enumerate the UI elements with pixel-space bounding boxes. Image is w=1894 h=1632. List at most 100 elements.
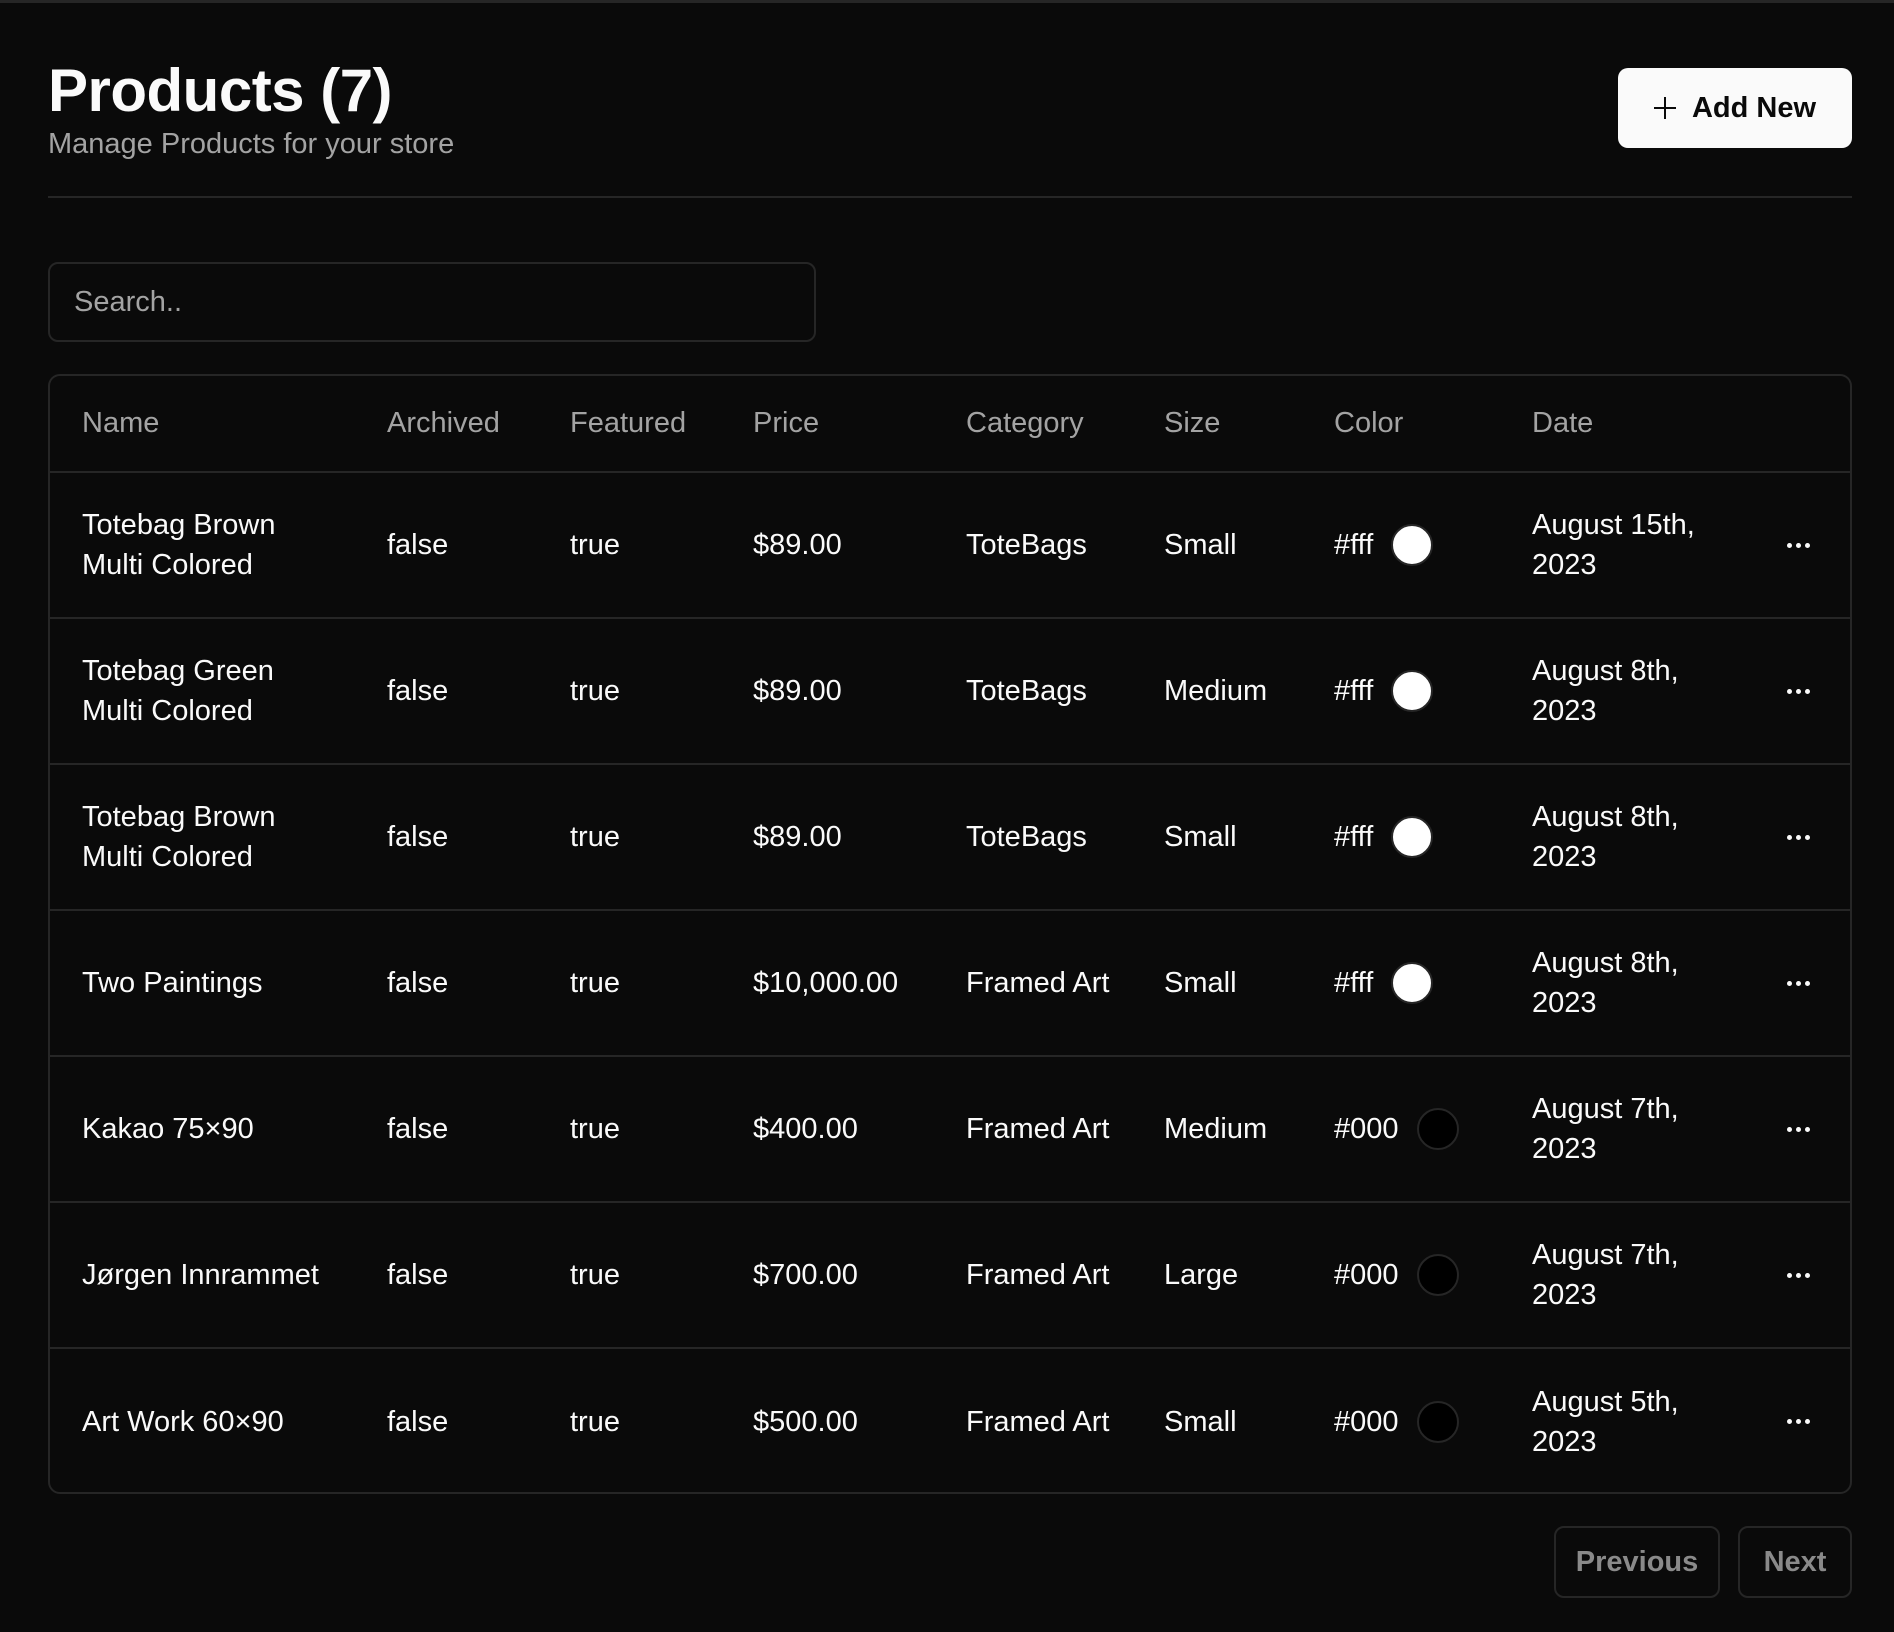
color-swatch <box>1391 524 1434 566</box>
page-title: Products (7) <box>48 57 393 124</box>
more-icon <box>1786 980 1792 986</box>
search-input[interactable] <box>48 262 816 342</box>
cell-price: $400.00 <box>721 1056 934 1203</box>
color-value: #fff <box>1334 529 1374 561</box>
cell-name: Totebag Brown Multi Colored <box>50 764 355 911</box>
more-icon <box>1786 1126 1792 1132</box>
cell-name: Art Work 60×90 <box>82 1405 284 1438</box>
cell-size: Medium <box>1132 1056 1302 1203</box>
color-value: #fff <box>1334 967 1374 999</box>
cell-actions <box>1738 1202 1850 1349</box>
cell-price: $89.00 <box>721 472 934 619</box>
column-header-category[interactable]: Category <box>934 376 1132 473</box>
column-header-color[interactable]: Color <box>1302 376 1500 473</box>
cell-date: August 8th, 2023 <box>1500 764 1738 911</box>
cell-name: Totebag Brown Multi Colored <box>50 472 355 619</box>
cell-date: August 8th, 2023 <box>1500 910 1738 1057</box>
cell-featured: true <box>538 472 721 619</box>
table-row: Totebag Brown Multi Colored false true $89.… <box>50 764 1850 911</box>
row-actions-button[interactable] <box>1770 1247 1826 1303</box>
more-icon <box>1786 1419 1792 1424</box>
cell-featured: true <box>538 618 721 765</box>
cell-name: Kakao 75×90 <box>50 1056 355 1203</box>
cell-color: #fff <box>1302 472 1500 619</box>
cell-price: $89.00 <box>721 764 934 911</box>
cell-archived: false <box>355 618 538 765</box>
cell-color: #fff <box>1302 618 1500 765</box>
color-value: #fff <box>1334 821 1374 853</box>
row-actions-button[interactable] <box>1770 1101 1826 1157</box>
cell-category: Framed Art <box>934 1202 1132 1349</box>
cell-size: Large <box>1132 1202 1302 1349</box>
cell-name: Two Paintings <box>50 910 355 1057</box>
column-header-size[interactable]: Size <box>1132 376 1302 473</box>
table-row: Totebag Brown Multi Colored false true $89.… <box>50 472 1850 619</box>
color-swatch <box>1391 670 1434 712</box>
column-header-actions <box>1738 376 1850 473</box>
column-header-archived[interactable]: Archived <box>355 376 538 473</box>
table-row: Kakao 75×90 false true $400.00 Framed Art Med… <box>50 1056 1850 1203</box>
cell-archived: false <box>355 1056 538 1203</box>
next-button[interactable]: Next <box>1738 1526 1852 1598</box>
cell-actions <box>1738 764 1850 911</box>
row-actions-button[interactable] <box>1770 517 1826 573</box>
color-swatch <box>1416 1400 1459 1443</box>
cell-featured: true <box>570 1405 620 1438</box>
cell-price: $500.00 <box>753 1405 858 1438</box>
cell-price: $89.00 <box>721 618 934 765</box>
column-header-price[interactable]: Price <box>721 376 934 473</box>
cell-size: Small <box>1132 472 1302 619</box>
more-icon <box>1786 1272 1792 1278</box>
cell-actions <box>1738 910 1850 1057</box>
column-header-date[interactable]: Date <box>1500 376 1738 473</box>
color-value: #000 <box>1334 1259 1399 1291</box>
table-row: Two Paintings false true $10,000.00 Framed A… <box>50 910 1850 1057</box>
cell-actions <box>1738 618 1850 765</box>
cell-featured: true <box>538 764 721 911</box>
more-icon <box>1786 688 1792 694</box>
cell-price: $700.00 <box>721 1202 934 1349</box>
color-value: #fff <box>1334 675 1374 707</box>
cell-name: Totebag Green Multi Colored <box>50 618 355 765</box>
cell-date: August 5th, 2023 <box>1532 1385 1679 1458</box>
cell-date: August 15th, 2023 <box>1500 472 1738 619</box>
more-icon <box>1786 834 1792 840</box>
row-actions-button[interactable] <box>1770 955 1826 1011</box>
column-header-featured[interactable]: Featured <box>538 376 721 473</box>
table-row: Art Work 60×90 false true $500.00 Framed Art… <box>50 1348 1850 1492</box>
column-header-name[interactable]: Name <box>50 376 355 473</box>
cell-actions <box>1738 472 1850 619</box>
cell-color: #000 <box>1302 1056 1500 1203</box>
cell-featured: true <box>538 1202 721 1349</box>
row-actions-button[interactable] <box>1770 809 1826 865</box>
color-value: #000 <box>1334 1113 1399 1145</box>
page-header: Products (7) Manage Products for your st… <box>48 50 1852 170</box>
table-row: Jørgen Innrammet false true $700.00 Framed A… <box>50 1202 1850 1349</box>
color-swatch <box>1416 1108 1459 1150</box>
table-header-row: Name Archived Featured Price Category Si… <box>50 376 1850 473</box>
row-actions-button[interactable] <box>1770 1394 1826 1450</box>
row-actions-button[interactable] <box>1770 663 1826 719</box>
cell-size: Small <box>1164 1405 1237 1438</box>
pagination: Previous Next <box>1554 1526 1852 1598</box>
cell-archived: false <box>355 764 538 911</box>
color-swatch <box>1391 962 1434 1004</box>
color-value: #000 <box>1334 1405 1399 1438</box>
add-new-button[interactable]: Add New <box>1618 68 1852 148</box>
page-subtitle: Manage Products for your store <box>48 128 455 160</box>
cell-date: August 7th, 2023 <box>1500 1056 1738 1203</box>
table-row: Totebag Green Multi Colored false true $89.… <box>50 618 1850 765</box>
cell-color: #fff <box>1302 910 1500 1057</box>
previous-button[interactable]: Previous <box>1554 1526 1720 1598</box>
cell-color: #000 <box>1302 1348 1500 1492</box>
color-swatch <box>1416 1254 1459 1296</box>
cell-color: #fff <box>1302 764 1500 911</box>
cell-category: Framed Art <box>934 910 1132 1057</box>
cell-actions <box>1738 1056 1850 1203</box>
cell-date: August 7th, 2023 <box>1500 1202 1738 1349</box>
header-divider <box>48 196 1852 198</box>
cell-archived: false <box>355 472 538 619</box>
cell-category: ToteBags <box>934 618 1132 765</box>
cell-featured: true <box>538 910 721 1057</box>
cell-size: Medium <box>1132 618 1302 765</box>
